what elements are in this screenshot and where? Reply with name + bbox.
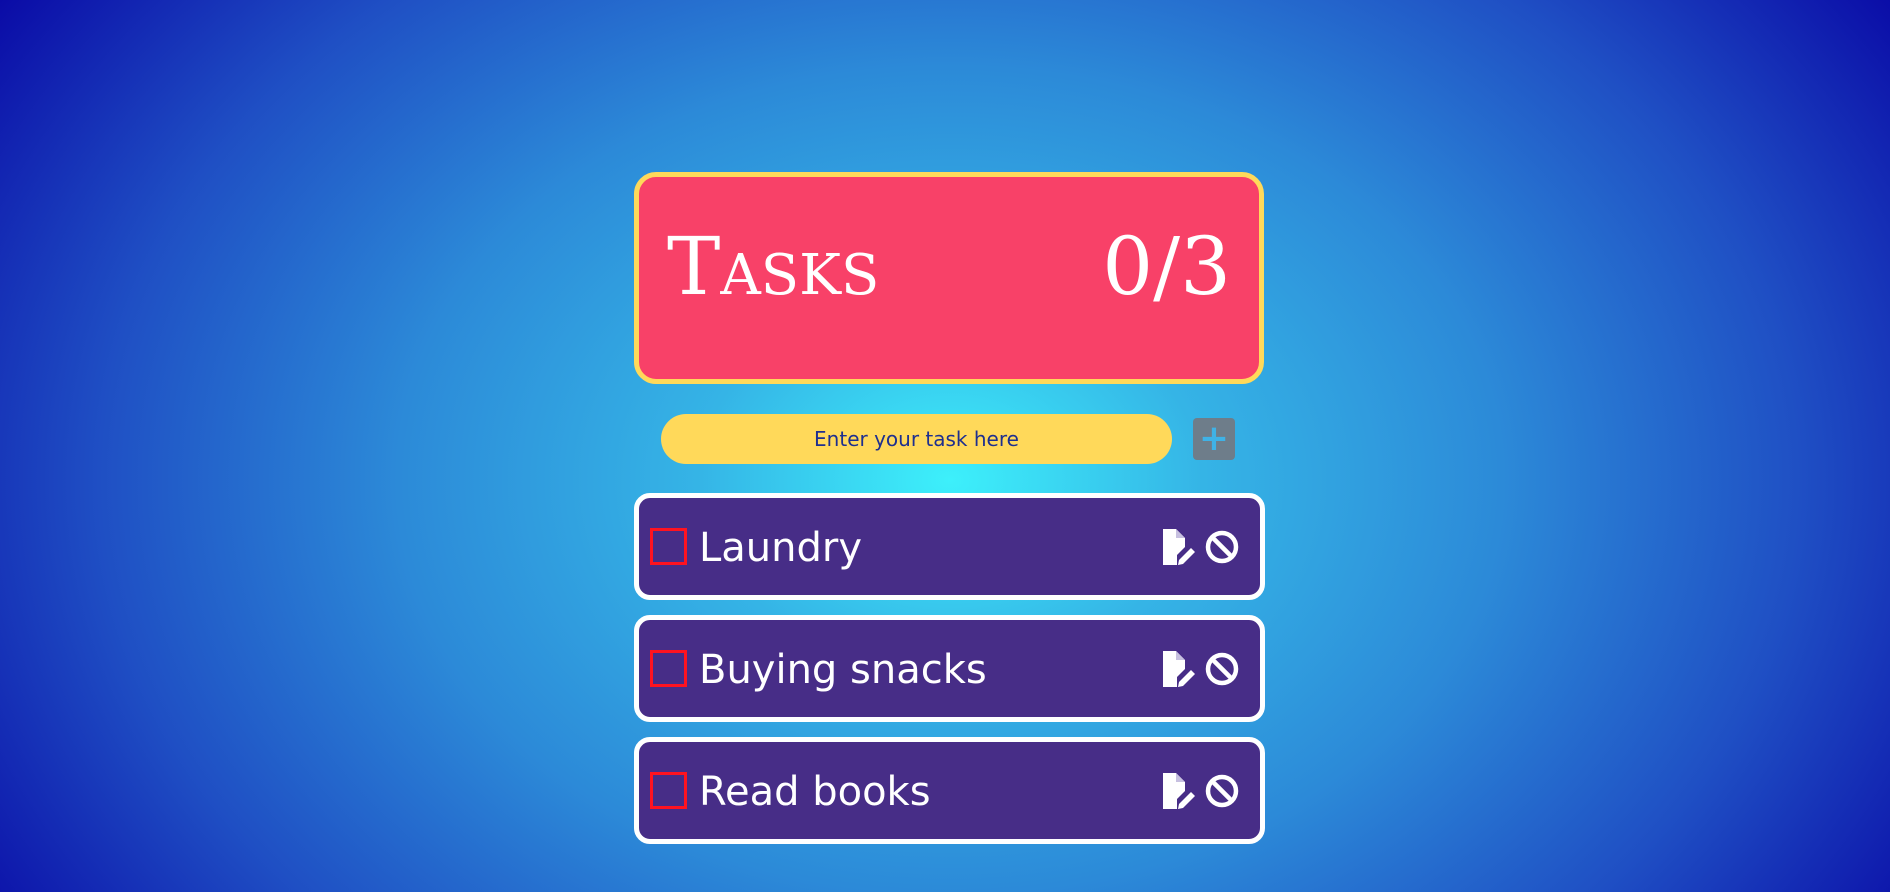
edit-icon[interactable]	[1160, 773, 1196, 809]
task-item: Buying snacks	[634, 615, 1265, 722]
task-item: Read books	[634, 737, 1265, 844]
task-counter: 0/3	[1102, 220, 1231, 313]
task-checkbox[interactable]	[650, 650, 687, 687]
page-title: Tasks	[667, 220, 880, 313]
task-checkbox[interactable]	[650, 772, 687, 809]
task-actions	[1160, 773, 1240, 809]
task-checkbox[interactable]	[650, 528, 687, 565]
header-card: Tasks 0/3	[634, 172, 1264, 384]
task-label: Buying snacks	[699, 647, 987, 693]
edit-icon[interactable]	[1160, 529, 1196, 565]
delete-icon[interactable]	[1204, 529, 1240, 565]
task-actions	[1160, 529, 1240, 565]
task-label: Laundry	[699, 525, 863, 571]
edit-icon[interactable]	[1160, 651, 1196, 687]
task-actions	[1160, 651, 1240, 687]
task-label: Read books	[699, 769, 931, 815]
task-input[interactable]	[661, 414, 1172, 464]
add-task-button[interactable]: +	[1193, 418, 1235, 460]
task-item: Laundry	[634, 493, 1265, 600]
delete-icon[interactable]	[1204, 651, 1240, 687]
task-list: Laundry Buying snacks Read books	[634, 493, 1265, 859]
delete-icon[interactable]	[1204, 773, 1240, 809]
